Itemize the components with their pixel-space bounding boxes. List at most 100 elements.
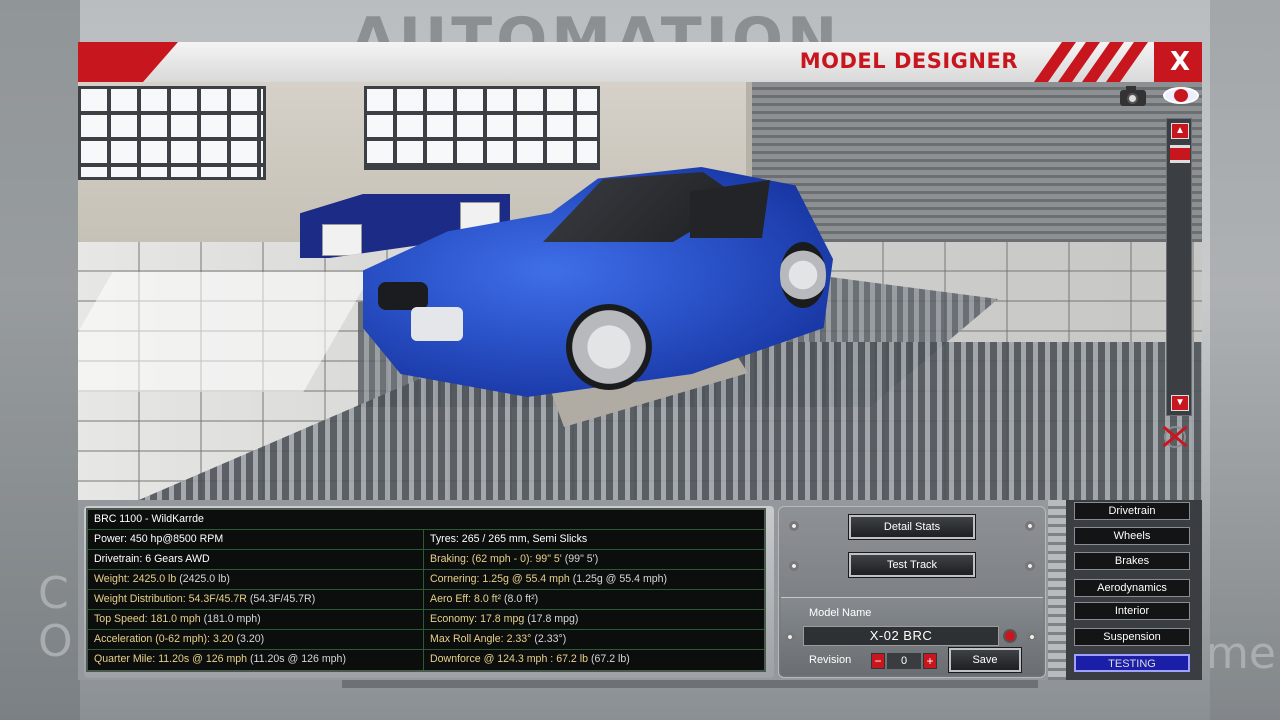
chevron-down-icon[interactable]: ▼ xyxy=(1171,395,1189,411)
nav-panel-strip xyxy=(1048,500,1066,680)
garage-window xyxy=(364,86,600,170)
stat-left: Weight: 2425.0 lb (2425.0 lb) xyxy=(88,570,424,590)
camera-icon[interactable] xyxy=(1116,84,1152,106)
viewport-scrollbar[interactable]: ▲ ▼ xyxy=(1166,118,1192,416)
stat-value: 17.8 mpg xyxy=(480,613,525,625)
stat-left: Quarter Mile: 11.20s @ 126 mph (11.20s @… xyxy=(88,650,424,670)
stat-original-value: (99" 5') xyxy=(564,553,599,565)
nav-tab-testing[interactable]: TESTING xyxy=(1074,654,1190,672)
stat-original-value: (1.25g @ 55.4 mph) xyxy=(572,573,668,585)
save-button[interactable]: Save xyxy=(949,648,1021,672)
stat-value: 450 hp@8500 RPM xyxy=(129,533,224,545)
rivet xyxy=(1027,632,1037,642)
nav-tab-interior[interactable]: Interior xyxy=(1074,602,1190,620)
background-logo: AUTOMATION xyxy=(350,5,842,44)
stat-original-value: (3.20) xyxy=(236,633,265,645)
model-name-field[interactable]: X-02 BRC xyxy=(803,626,999,646)
stat-label: Quarter Mile: xyxy=(94,653,156,665)
stat-original-value: (54.3F/45.7R) xyxy=(249,593,316,605)
stat-value: 181.0 mph xyxy=(150,613,201,625)
nav-tab-suspension[interactable]: Suspension xyxy=(1074,628,1190,646)
model-name-label: Model Name xyxy=(809,607,872,619)
camera-icon-lens xyxy=(1127,93,1138,104)
car-name: BRC 1100 - WildKarrde xyxy=(94,513,204,525)
scrollbar-thumb[interactable] xyxy=(1170,145,1190,163)
eye-icon[interactable] xyxy=(1160,84,1202,106)
background-pillar xyxy=(1210,0,1280,720)
stat-left: Weight Distribution: 54.3F/45.7R (54.3F/… xyxy=(88,590,424,610)
designer-nav-panel: Drivetrain Wheels Brakes Aerodynamics Interi… xyxy=(1048,500,1202,680)
stat-value: 6 Gears AWD xyxy=(145,553,210,565)
stat-right: Braking: (62 mph - 0): 99" 5' (99" 5') xyxy=(424,550,764,570)
stat-label: Power: xyxy=(94,533,127,545)
title-bar-red-accent xyxy=(78,42,178,82)
stat-label: Aero Eff: xyxy=(430,593,472,605)
car-front-wheel xyxy=(566,304,652,390)
stat-right: Max Roll Angle: 2.33° (2.33°) xyxy=(424,630,764,650)
stat-label: Max Roll Angle: xyxy=(430,633,504,645)
car-grille xyxy=(378,282,428,310)
stats-row: Quarter Mile: 11.20s @ 126 mph (11.20s @… xyxy=(88,650,764,670)
stat-original-value: (8.0 ft²) xyxy=(504,593,539,605)
nav-tab-wheels[interactable]: Wheels xyxy=(1074,527,1190,545)
stat-right: Aero Eff: 8.0 ft² (8.0 ft²) xyxy=(424,590,764,610)
stat-label: Economy: xyxy=(430,613,478,625)
stat-label: Tyres: xyxy=(430,533,459,545)
revision-decrement-button[interactable]: − xyxy=(871,653,885,669)
panel-shadow xyxy=(342,680,1038,688)
stat-original-value: (2.33°) xyxy=(534,633,567,645)
stats-row: Top Speed: 181.0 mph (181.0 mph) Economy:… xyxy=(88,610,764,630)
nav-tab-brakes[interactable]: Brakes xyxy=(1074,552,1190,570)
garage-window xyxy=(78,86,266,180)
bottom-panel: BRC 1100 - WildKarrde Power: 450 hp@8500… xyxy=(78,500,1202,680)
stat-label: Cornering: xyxy=(430,573,480,585)
stats-row: Drivetrain: 6 Gears AWD Braking: (62 mph … xyxy=(88,550,764,570)
test-track-button[interactable]: Test Track xyxy=(849,553,975,577)
car-headlight xyxy=(411,307,463,341)
model-name-dropdown-icon[interactable] xyxy=(1003,629,1017,643)
stats-row: Acceleration (0-62 mph): 3.20 (3.20) Max … xyxy=(88,630,764,650)
stats-row: Weight Distribution: 54.3F/45.7R (54.3F/… xyxy=(88,590,764,610)
close-button[interactable]: X xyxy=(1158,42,1202,82)
stat-left: Top Speed: 181.0 mph (181.0 mph) xyxy=(88,610,424,630)
rivet xyxy=(789,561,799,571)
stat-right: Downforce @ 124.3 mph : 67.2 lb (67.2 lb… xyxy=(424,650,764,670)
reset-view-icon[interactable] xyxy=(1158,422,1192,450)
stats-table: BRC 1100 - WildKarrde Power: 450 hp@8500… xyxy=(86,508,766,672)
stat-original-value: (11.20s @ 126 mph) xyxy=(250,653,346,665)
nav-tab-aerodynamics[interactable]: Aerodynamics xyxy=(1074,579,1190,597)
action-panel: Detail Stats Test Track Model Name X-02 … xyxy=(778,506,1046,678)
window-title-bar: MODEL DESIGNER X xyxy=(78,42,1202,82)
stat-value: 99" 5' xyxy=(535,553,562,565)
stat-label: Acceleration (0-62 mph): xyxy=(94,633,210,645)
stat-value: 2.33° xyxy=(506,633,532,645)
revision-increment-button[interactable]: + xyxy=(923,653,937,669)
stat-value: 67.2 lb xyxy=(556,653,588,665)
stat-value: 11.20s @ 126 mph xyxy=(158,653,248,665)
stat-right: Tyres: 265 / 265 mm, Semi Slicks xyxy=(424,530,764,550)
stat-label: Weight: xyxy=(94,573,130,585)
revision-value: 0 xyxy=(887,653,921,669)
chevron-up-icon[interactable]: ▲ xyxy=(1171,123,1189,139)
detail-stats-button[interactable]: Detail Stats xyxy=(849,515,975,539)
revision-label: Revision xyxy=(809,654,852,666)
stats-header-row: BRC 1100 - WildKarrde xyxy=(88,510,764,530)
stat-value: 1.25g @ 55.4 mph xyxy=(482,573,570,585)
rivet xyxy=(789,521,799,531)
cabinet-door xyxy=(322,224,362,256)
stat-label: Drivetrain: xyxy=(94,553,143,565)
stat-left: Acceleration (0-62 mph): 3.20 (3.20) xyxy=(88,630,424,650)
stat-left: Power: 450 hp@8500 RPM xyxy=(88,530,424,550)
rivet xyxy=(1025,561,1035,571)
nav-tab-drivetrain[interactable]: Drivetrain xyxy=(1074,502,1190,520)
background-text-left: C O xyxy=(38,568,73,667)
stat-right: Cornering: 1.25g @ 55.4 mph (1.25g @ 55.… xyxy=(424,570,764,590)
rivet xyxy=(1025,521,1035,531)
eye-icon-pupil xyxy=(1174,89,1188,102)
stat-label: Downforce @ 124.3 mph : xyxy=(430,653,554,665)
stat-original-value: (67.2 lb) xyxy=(590,653,630,665)
stat-value: 3.20 xyxy=(212,633,234,645)
car-3d-viewport[interactable] xyxy=(78,82,1202,500)
stat-label: Weight Distribution: xyxy=(94,593,186,605)
stat-right: Economy: 17.8 mpg (17.8 mpg) xyxy=(424,610,764,630)
